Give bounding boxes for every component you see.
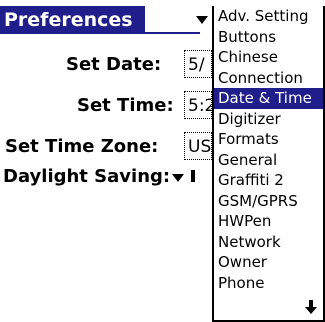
set-date-label: Set Date: xyxy=(66,54,162,75)
daylight-saving-label: Daylight Saving: xyxy=(3,166,171,187)
set-time-label: Set Time: xyxy=(77,95,174,116)
menu-item[interactable]: General xyxy=(214,150,323,171)
menu-item[interactable]: Connection xyxy=(214,68,323,89)
set-time-field[interactable]: 5:2 xyxy=(184,91,212,119)
daylight-saving-dropdown-arrow-icon[interactable] xyxy=(172,174,184,182)
set-time-zone-field[interactable]: US xyxy=(184,132,212,160)
menu-item[interactable]: Date & Time xyxy=(214,88,323,109)
scroll-down-arrow-icon[interactable] xyxy=(305,300,317,314)
category-dropdown-arrow-icon[interactable] xyxy=(196,16,208,24)
daylight-saving-value[interactable] xyxy=(191,170,195,182)
menu-item[interactable]: Adv. Setting xyxy=(214,6,323,27)
menu-item[interactable]: Buttons xyxy=(214,27,323,48)
preferences-panel-menu[interactable]: Adv. Setting Buttons Chinese Connection Date… xyxy=(212,6,325,322)
set-date-field[interactable]: 5/ xyxy=(184,50,212,78)
menu-item[interactable]: Phone xyxy=(214,273,323,294)
menu-item[interactable]: Chinese xyxy=(214,47,323,68)
title-underline xyxy=(0,32,200,34)
set-time-zone-label: Set Time Zone: xyxy=(5,136,159,157)
menu-item[interactable]: Graffiti 2 xyxy=(214,170,323,191)
menu-item[interactable]: Network xyxy=(214,232,323,253)
menu-item[interactable]: GSM/GPRS xyxy=(214,191,323,212)
app-title[interactable]: Preferences xyxy=(0,6,145,34)
menu-item[interactable]: Digitizer xyxy=(214,109,323,130)
menu-item[interactable]: Owner xyxy=(214,252,323,273)
menu-list: Adv. Setting Buttons Chinese Connection Date… xyxy=(214,6,323,293)
menu-item[interactable]: Formats xyxy=(214,129,323,150)
menu-item[interactable]: HWPen xyxy=(214,211,323,232)
title-bar[interactable]: Preferences xyxy=(0,6,208,34)
